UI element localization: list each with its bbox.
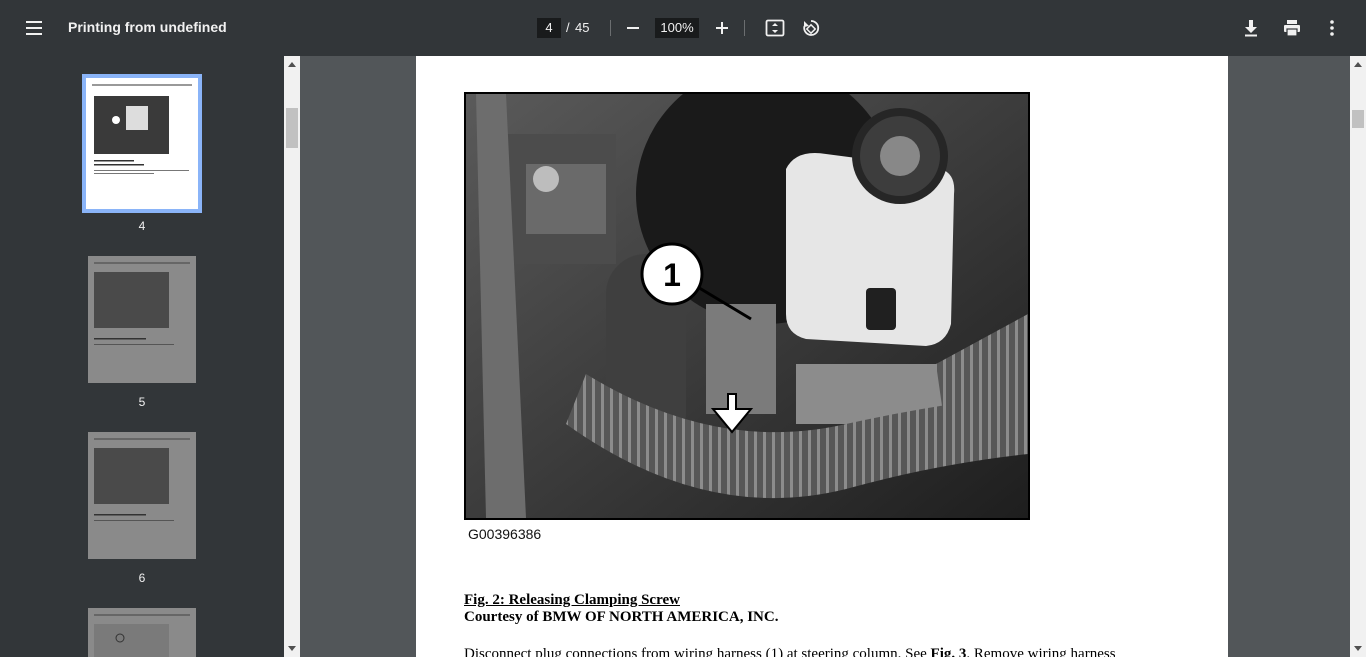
thumbnail-label: 5 xyxy=(138,395,146,409)
thumbnail-page-7[interactable] xyxy=(88,608,196,657)
page-number-input[interactable]: 4 xyxy=(537,18,561,38)
toolbar: Printing from undefined 4 / 45 100% xyxy=(0,0,1366,56)
scroll-down-arrow-icon[interactable] xyxy=(288,646,296,651)
fit-to-page-icon[interactable] xyxy=(763,16,787,40)
body-text-start: Disconnect plug connections from wiring … xyxy=(464,646,927,657)
figure-image: 1 xyxy=(464,92,1030,520)
rotate-icon[interactable] xyxy=(799,16,823,40)
main-scrollbar-thumb[interactable] xyxy=(1352,110,1364,128)
pdf-page: 1 G00396386 Fig. 2: Releasing Clamping S… xyxy=(416,56,1228,657)
figure-caption: Fig. 2: Releasing Clamping Screw xyxy=(464,592,680,608)
more-options-icon[interactable] xyxy=(1320,16,1344,40)
document-title: Printing from undefined xyxy=(68,19,227,35)
zoom-input[interactable]: 100% xyxy=(655,18,699,38)
scroll-up-arrow-icon[interactable] xyxy=(288,62,296,67)
menu-icon[interactable] xyxy=(20,16,48,40)
callout-number: 1 xyxy=(663,257,681,293)
main-scroll-down-arrow-icon[interactable] xyxy=(1354,646,1362,651)
body-paragraph: Disconnect plug connections from wiring … xyxy=(464,646,1116,657)
main-scroll-up-arrow-icon[interactable] xyxy=(1354,62,1362,67)
thumbnail-label: 6 xyxy=(138,571,146,585)
sidebar-scrollbar-thumb[interactable] xyxy=(286,108,298,148)
page-total: 45 xyxy=(575,20,590,35)
thumbnail-page-4[interactable] xyxy=(82,74,202,213)
zoom-out-icon[interactable] xyxy=(621,16,645,40)
thumbnail-label: 4 xyxy=(138,219,146,233)
thumbnail-sidebar: 4 5 6 xyxy=(0,56,300,657)
print-icon[interactable] xyxy=(1280,16,1304,40)
main-scrollbar[interactable] xyxy=(1350,56,1366,657)
thumbnail-page-6[interactable] xyxy=(88,432,196,559)
page-separator: / xyxy=(566,20,570,35)
body-text-end: . Remove wiring harness xyxy=(966,646,1116,657)
zoom-in-icon[interactable] xyxy=(710,16,734,40)
figure-reference-link: Fig. 3 xyxy=(930,646,967,657)
document-viewer: 1 G00396386 Fig. 2: Releasing Clamping S… xyxy=(300,56,1350,657)
thumbnail-page-5[interactable] xyxy=(88,256,196,383)
divider xyxy=(610,20,611,36)
download-icon[interactable] xyxy=(1239,16,1263,40)
figure-code: G00396386 xyxy=(468,526,542,542)
figure-courtesy: Courtesy of BMW OF NORTH AMERICA, INC. xyxy=(464,609,779,625)
divider xyxy=(744,20,745,36)
